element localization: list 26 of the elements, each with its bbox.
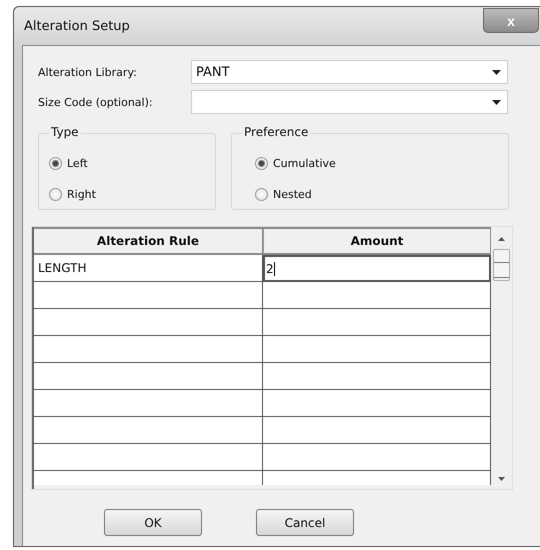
dialog-button[interactable]: OK: [104, 509, 202, 536]
dialog-button[interactable]: Cancel: [256, 509, 354, 536]
radio-label[interactable]: Right: [67, 188, 96, 201]
scroll-up-icon[interactable]: [498, 237, 505, 241]
caret-icon: [492, 70, 501, 74]
radio-label[interactable]: Left: [67, 157, 88, 170]
radio-label[interactable]: Nested: [273, 188, 312, 201]
radio-button[interactable]: [49, 157, 62, 170]
group-title: Type: [49, 125, 81, 139]
field-label: Alteration Library:: [38, 66, 138, 78]
table-cell: LENGTH: [34, 255, 263, 282]
column-header[interactable]: Alteration Rule: [34, 229, 263, 255]
dropdown-field[interactable]: [191, 90, 508, 114]
column-header[interactable]: Amount: [263, 229, 491, 255]
radio-button[interactable]: [49, 188, 62, 201]
cell-input-field[interactable]: 2: [263, 255, 491, 282]
caret-icon: [492, 100, 501, 104]
radio-label[interactable]: Cumulative: [273, 157, 336, 170]
scroll-down-icon[interactable]: [498, 477, 505, 481]
radio-button[interactable]: [255, 157, 268, 170]
radio-button[interactable]: [255, 188, 268, 201]
window-title: Alteration Setup: [24, 18, 130, 34]
scroll-thumb[interactable]: [493, 249, 510, 281]
group-title: Preference: [242, 125, 310, 139]
dropdown-field[interactable]: PANT: [191, 60, 508, 84]
field-label: Size Code (optional):: [38, 96, 154, 108]
